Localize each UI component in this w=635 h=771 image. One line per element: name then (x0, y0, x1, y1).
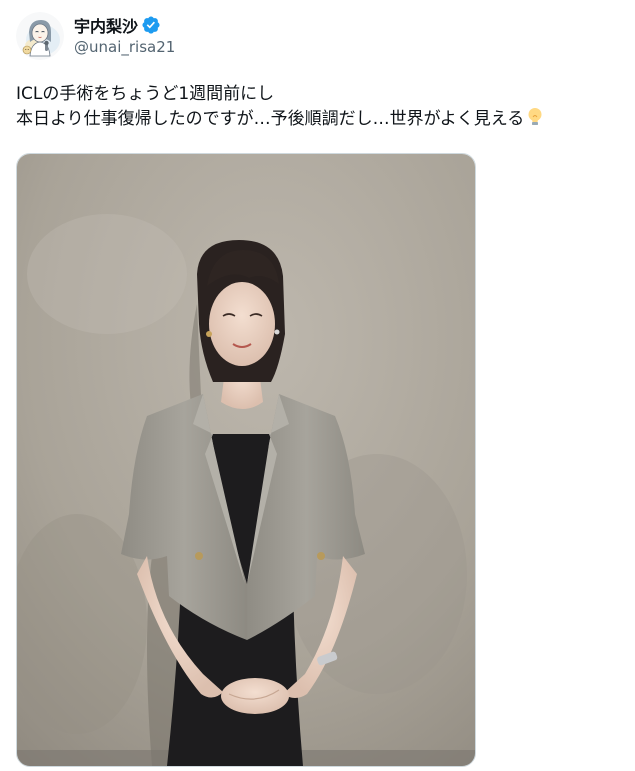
tweet-photo[interactable] (16, 153, 476, 767)
author-handle[interactable]: @unai_risa21 (74, 38, 175, 56)
author-display-name[interactable]: 宇内梨沙 (74, 13, 138, 37)
author-avatar[interactable] (16, 12, 64, 60)
tweet-header: 宇内梨沙 @unai_risa21 (16, 12, 175, 60)
tweet-text-line-1: ICLの手術をちょうど1週間前にし (16, 84, 275, 104)
tweet-text-line-2-content: 本日より仕事復帰したのですが…予後順調だし…世界がよく見える (16, 109, 525, 129)
tweet-text: ICLの手術をちょうど1週間前にし 本日より仕事復帰したのですが…予後順調だし…… (16, 82, 635, 132)
tweet-text-line-2: 本日より仕事復帰したのですが…予後順調だし…世界がよく見える (16, 107, 635, 132)
photo-image (17, 154, 475, 766)
verified-badge-icon (141, 15, 161, 35)
lightbulb-icon (526, 107, 544, 135)
illustrated-avatar-icon (16, 12, 64, 60)
